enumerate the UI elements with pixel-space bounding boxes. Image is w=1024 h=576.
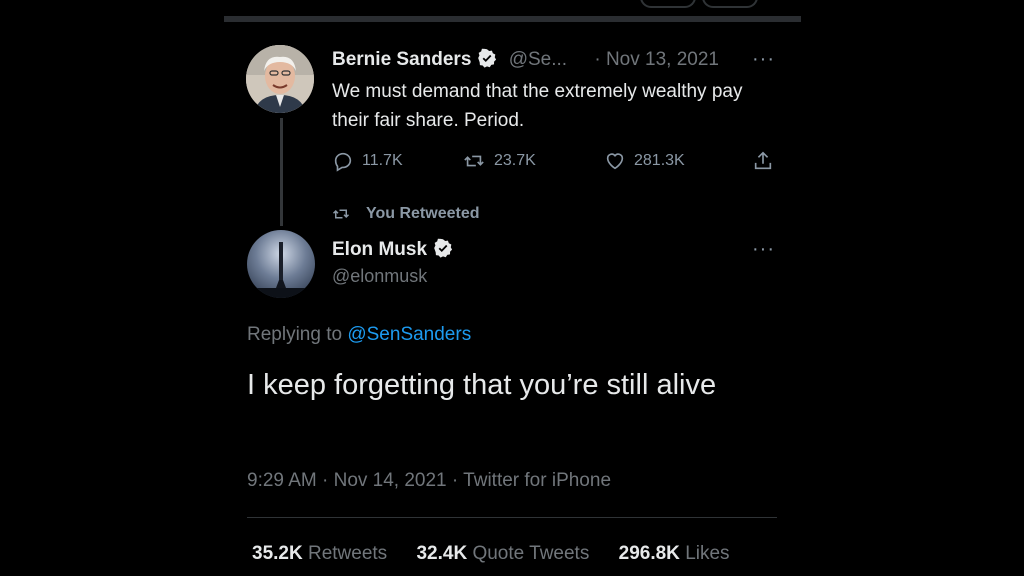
more-options-icon[interactable]: ··· xyxy=(752,238,775,261)
thread-connector xyxy=(280,118,283,226)
tweet-text-elon: I keep forgetting that you’re still aliv… xyxy=(247,369,717,401)
avatar-bernie[interactable] xyxy=(246,45,314,113)
retweets-count: 35.2K xyxy=(252,543,303,564)
share-button[interactable] xyxy=(752,150,774,172)
rocket-image xyxy=(247,242,315,298)
retweets-label: Retweets xyxy=(307,543,388,564)
reply-count: 11.7K xyxy=(362,152,403,169)
likes-stat[interactable]: 296.8K Likes xyxy=(619,543,730,564)
reply-icon xyxy=(334,152,352,172)
likes-count: 296.8K xyxy=(618,543,680,564)
tweet-text-bernie: We must demand that the extremely wealth… xyxy=(332,81,743,131)
tweet-meta[interactable]: 9:29 AM · Nov 14, 2021 · Twitter for iPh… xyxy=(247,470,611,492)
quotes-label: Quote Tweets xyxy=(472,543,590,564)
retweet-button[interactable]: 23.7K xyxy=(462,150,536,172)
top-button-left[interactable] xyxy=(640,0,696,8)
bernie-header: Bernie Sanders @Se... · Nov 13, 2021 xyxy=(332,48,719,71)
replying-prefix: Replying to xyxy=(247,324,343,345)
verified-icon xyxy=(434,238,453,258)
author-name-elon[interactable]: Elon Musk xyxy=(332,239,427,260)
replying-to-link[interactable]: @SenSanders xyxy=(347,324,471,345)
bernie-portrait xyxy=(246,45,314,113)
heart-icon xyxy=(606,153,624,170)
likes-label: Likes xyxy=(685,543,730,564)
retweet-notice-label: You Retweeted xyxy=(366,205,480,222)
share-icon xyxy=(754,151,772,170)
more-options-icon[interactable]: ··· xyxy=(752,48,775,71)
retweet-icon xyxy=(464,155,484,167)
top-divider xyxy=(224,16,801,22)
quotes-count: 32.4K xyxy=(416,543,468,564)
retweeted-icon xyxy=(332,209,350,219)
replying-to: Replying to @SenSanders xyxy=(247,324,471,346)
like-count: 281.3K xyxy=(634,152,685,169)
verified-icon xyxy=(478,48,497,68)
handle-elon[interactable]: @elonmusk xyxy=(332,266,427,287)
retweets-stat[interactable]: 35.2K Retweets xyxy=(252,543,387,564)
retweet-notice: You Retweeted xyxy=(330,205,480,223)
handle-bernie[interactable]: @Se... xyxy=(509,49,567,70)
quotes-stat[interactable]: 32.4K Quote Tweets xyxy=(416,543,589,564)
author-name-bernie[interactable]: Bernie Sanders xyxy=(332,49,471,70)
retweet-count: 23.7K xyxy=(494,152,536,169)
stats-divider xyxy=(247,517,777,518)
date-bernie[interactable]: · Nov 13, 2021 xyxy=(594,49,719,70)
top-button-right[interactable] xyxy=(702,0,758,8)
like-button[interactable]: 281.3K xyxy=(604,150,685,172)
tweet-stats: 35.2K Retweets 32.4K Quote Tweets 296.8K… xyxy=(252,543,730,565)
reply-button[interactable]: 11.7K xyxy=(332,150,403,172)
elon-header: Elon Musk xyxy=(332,238,453,261)
avatar-elon[interactable] xyxy=(247,230,315,298)
